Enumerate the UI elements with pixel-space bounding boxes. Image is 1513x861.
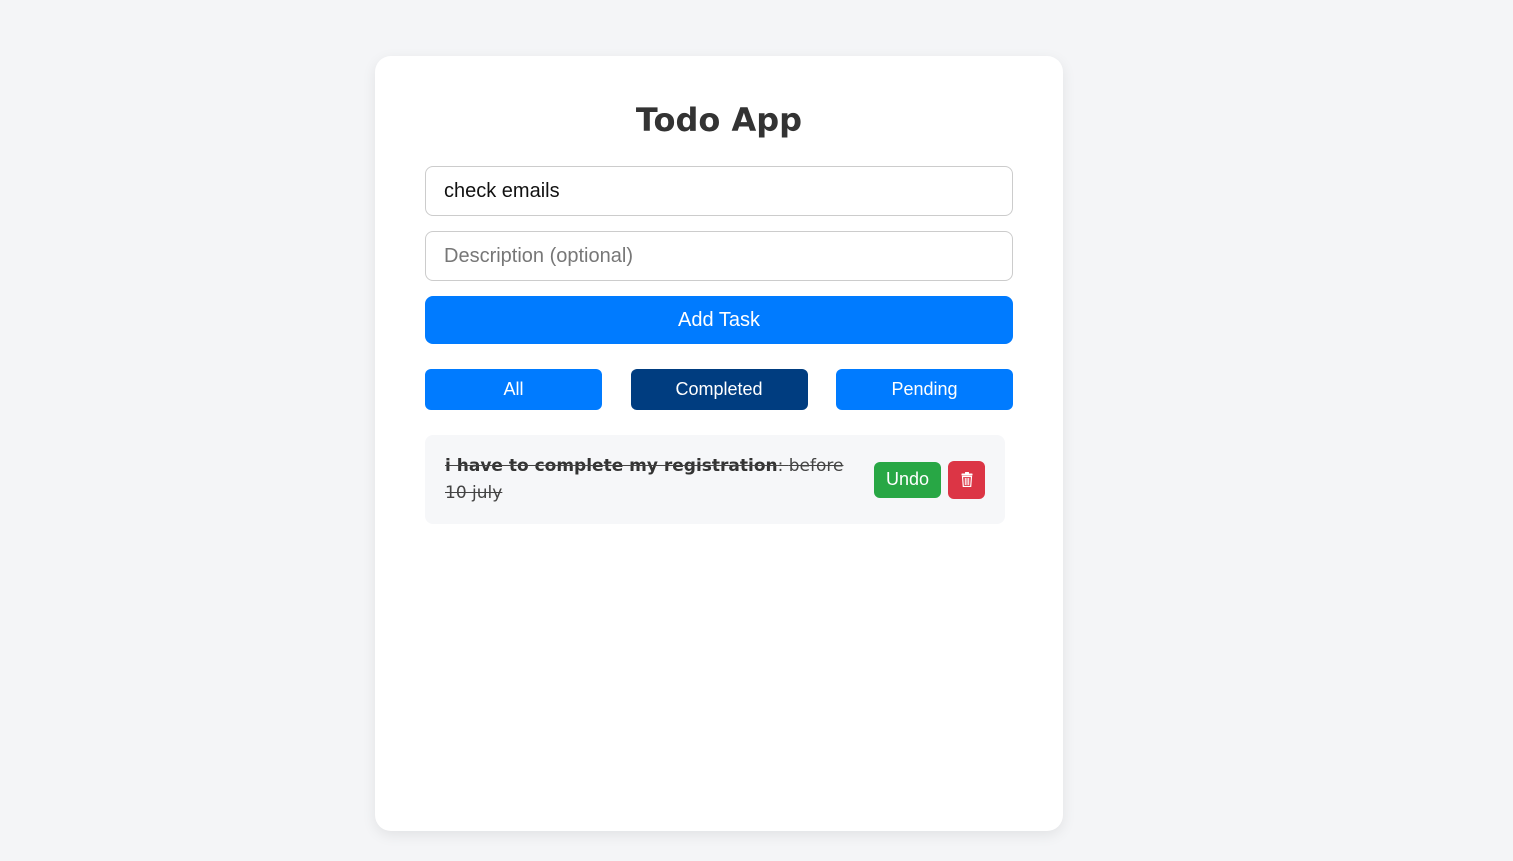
task-title: i have to complete my registration xyxy=(445,455,778,476)
delete-button[interactable] xyxy=(948,460,985,499)
trash-icon xyxy=(961,472,972,487)
add-task-button[interactable]: Add Task xyxy=(425,296,1013,344)
page-title: Todo App xyxy=(635,101,803,139)
filter-completed-button[interactable]: Completed xyxy=(630,369,808,410)
task-title-input[interactable] xyxy=(425,166,1013,216)
task-item: i have to complete my registration: befo… xyxy=(425,435,1005,524)
filter-bar: All Completed Pending xyxy=(425,369,1013,410)
todo-card: Todo App Add Task All Completed Pending … xyxy=(375,56,1063,831)
task-text: i have to complete my registration: befo… xyxy=(445,453,845,507)
filter-pending-button[interactable]: Pending xyxy=(836,369,1013,410)
task-actions: Undo xyxy=(874,460,985,499)
undo-button[interactable]: Undo xyxy=(874,461,941,498)
task-separator: : xyxy=(777,455,789,476)
filter-all-button[interactable]: All xyxy=(425,369,602,410)
task-description-input[interactable] xyxy=(425,231,1013,281)
